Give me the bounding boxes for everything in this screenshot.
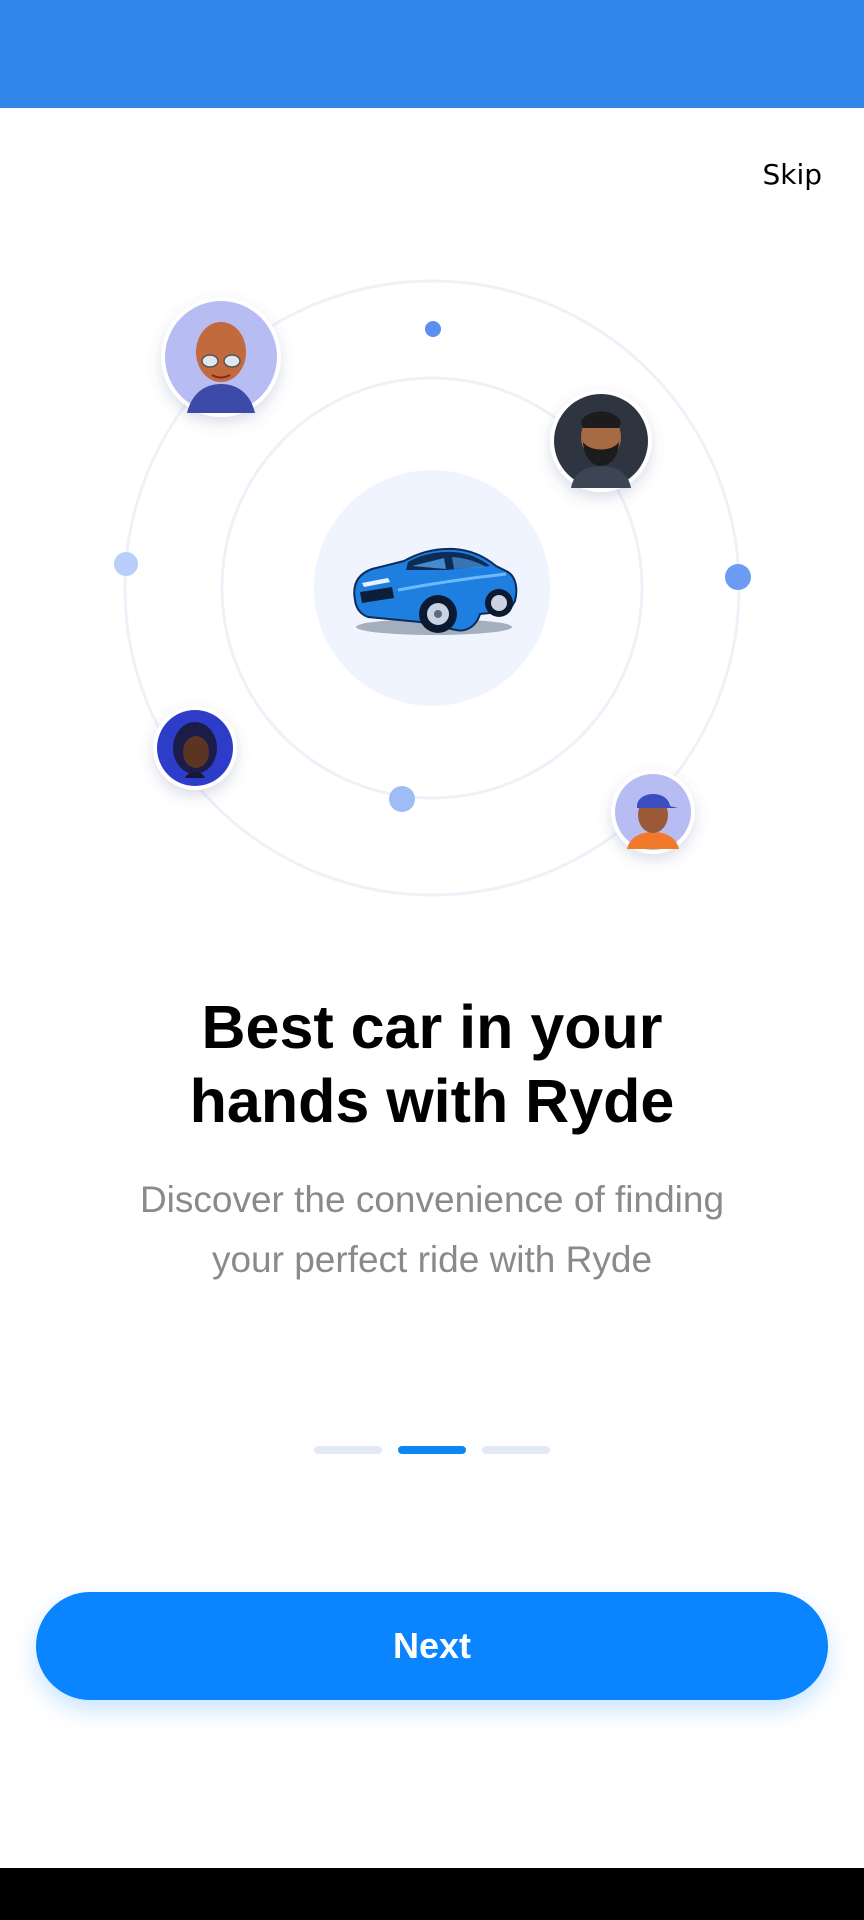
next-button[interactable]: Next [36, 1592, 828, 1700]
orbit-dot [425, 321, 441, 337]
page-subtitle: Discover the convenience of finding your… [0, 1170, 864, 1290]
navigation-bar [0, 1868, 864, 1920]
orbit-dot [725, 564, 751, 590]
status-bar [0, 0, 864, 108]
avatar-man-cap [611, 770, 695, 854]
skip-button[interactable]: Skip [762, 158, 822, 191]
page-indicator-dot[interactable] [482, 1446, 550, 1454]
title-line: Best car in your [201, 993, 663, 1061]
page-indicator-dot-active[interactable] [398, 1446, 466, 1454]
page-title: Best car in your hands with Ryde [0, 990, 864, 1138]
orbit-dot [389, 786, 415, 812]
avatar-woman-glasses [161, 297, 281, 417]
orbit-dot [114, 552, 138, 576]
avatar-man-beard [550, 390, 652, 492]
subtitle-line: your perfect ride with Ryde [211, 1239, 653, 1280]
onboarding-illustration [114, 279, 751, 897]
page-indicator [314, 1446, 550, 1454]
title-line: hands with Ryde [189, 1067, 675, 1135]
page-indicator-dot[interactable] [314, 1446, 382, 1454]
subtitle-line: Discover the convenience of finding [139, 1179, 725, 1220]
avatar-woman-hijab [153, 706, 237, 790]
